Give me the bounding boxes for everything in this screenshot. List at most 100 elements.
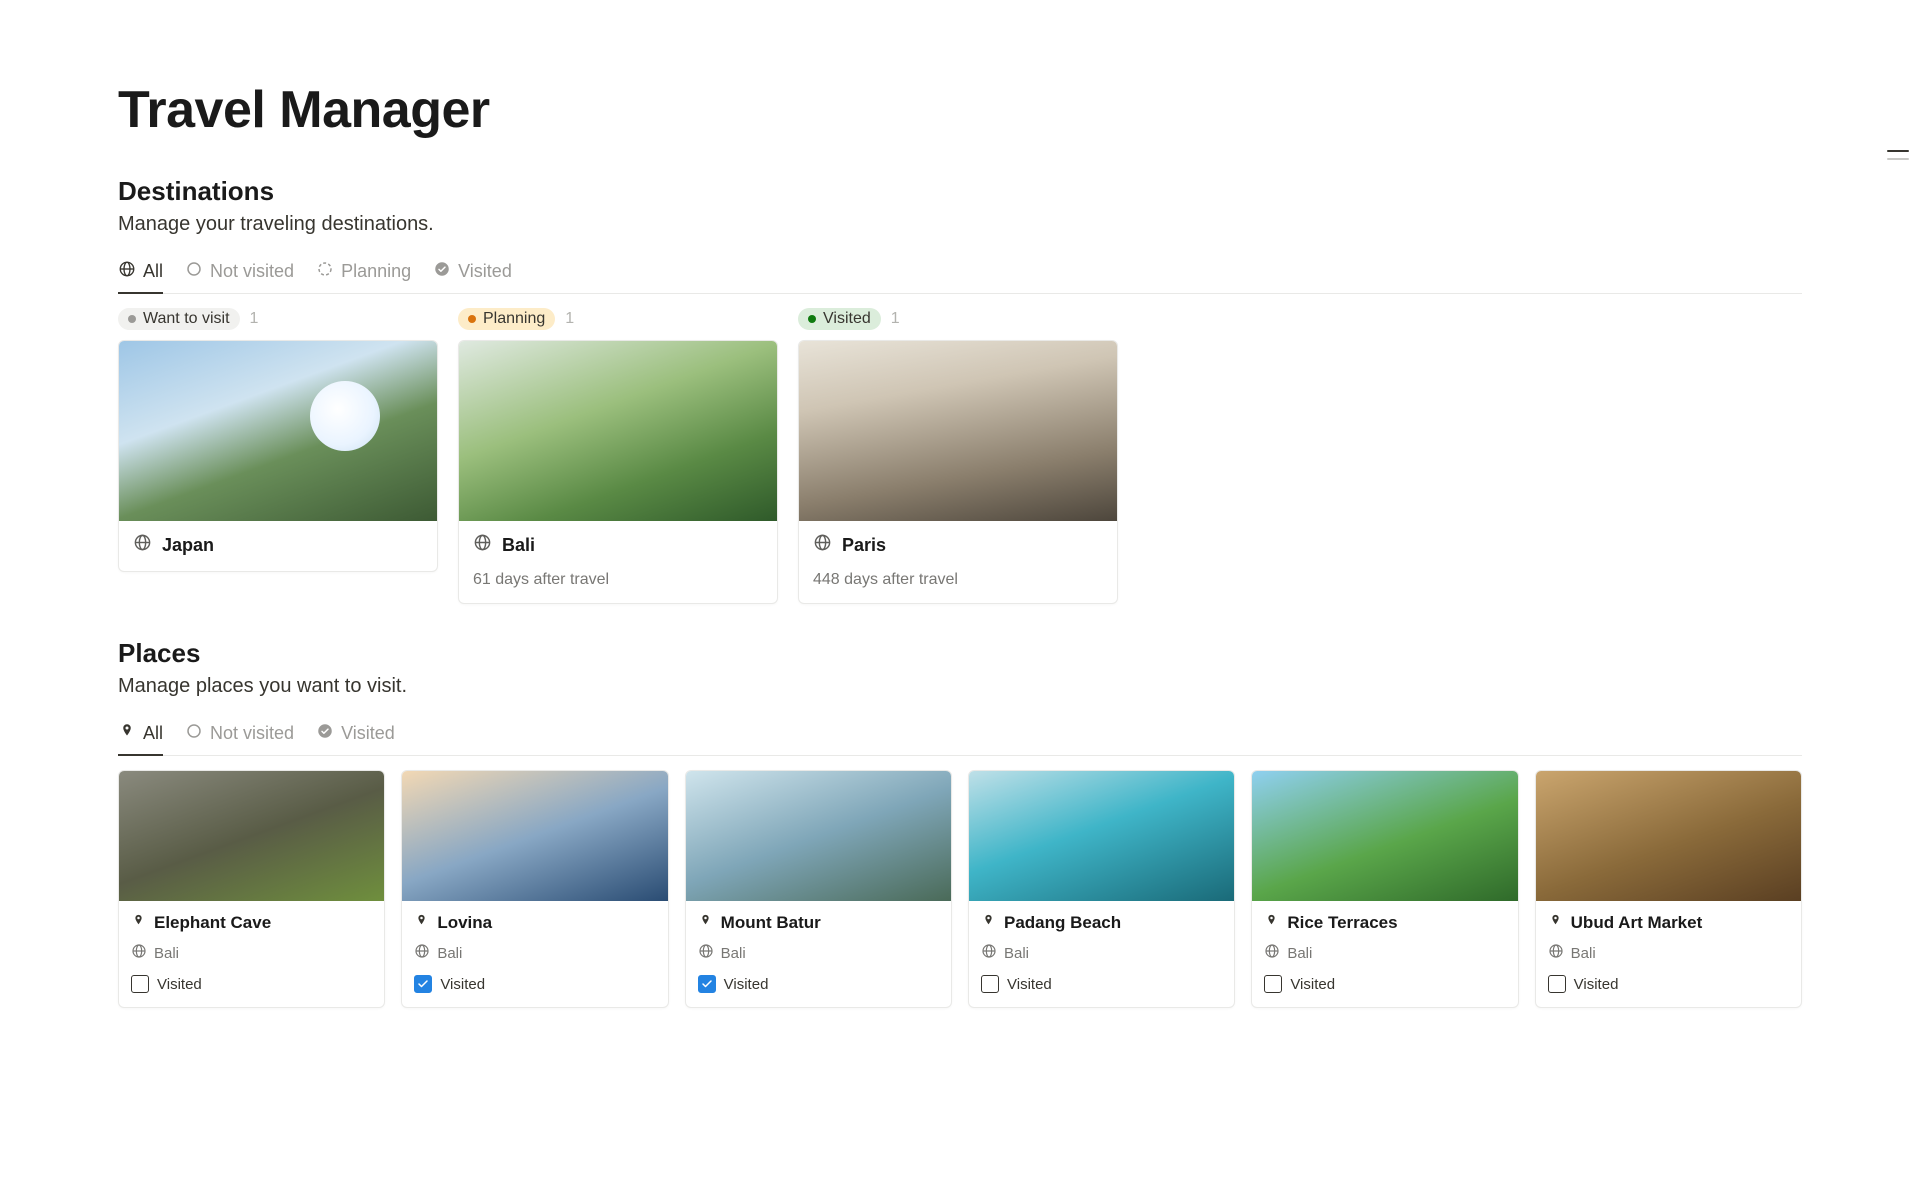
card-subtext: 61 days after travel bbox=[473, 571, 763, 589]
destinations-tab-planning[interactable]: Planning bbox=[316, 254, 411, 293]
place-destination: Bali bbox=[721, 945, 746, 962]
visited-label: Visited bbox=[1574, 976, 1619, 993]
place-card[interactable]: Padang Beach Bali Visited bbox=[968, 770, 1235, 1008]
visited-label: Visited bbox=[1290, 976, 1335, 993]
globe-icon bbox=[813, 533, 832, 557]
visited-checkbox[interactable] bbox=[131, 975, 149, 993]
destinations-tabs: All Not visited Planning Visited bbox=[118, 254, 1802, 294]
visited-label: Visited bbox=[724, 976, 769, 993]
place-destination: Bali bbox=[1287, 945, 1312, 962]
globe-icon bbox=[118, 260, 136, 283]
page-toc-toggle[interactable] bbox=[1886, 150, 1910, 160]
places-heading: Places bbox=[118, 638, 1802, 669]
visited-checkbox[interactable] bbox=[414, 975, 432, 993]
dashed-circle-icon bbox=[316, 260, 334, 283]
place-title: Mount Batur bbox=[721, 913, 821, 933]
card-cover-image bbox=[1536, 771, 1801, 901]
destination-card[interactable]: Bali 61 days after travel bbox=[458, 340, 778, 604]
group-count: 1 bbox=[891, 310, 900, 328]
pin-icon bbox=[118, 722, 136, 745]
check-circle-icon bbox=[316, 722, 334, 745]
pin-icon bbox=[414, 913, 429, 933]
destination-group: Want to visit 1 Japan bbox=[118, 308, 438, 604]
card-cover-image bbox=[686, 771, 951, 901]
place-title: Rice Terraces bbox=[1287, 913, 1397, 933]
place-title: Padang Beach bbox=[1004, 913, 1121, 933]
visited-checkbox[interactable] bbox=[981, 975, 999, 993]
tab-label: Planning bbox=[341, 261, 411, 282]
card-cover-image bbox=[969, 771, 1234, 901]
pin-icon bbox=[1264, 913, 1279, 933]
globe-icon bbox=[698, 943, 714, 963]
places-tabs: All Not visited Visited bbox=[118, 716, 1802, 756]
group-count: 1 bbox=[250, 310, 259, 328]
tab-label: All bbox=[143, 261, 163, 282]
card-cover-image bbox=[459, 341, 777, 521]
tab-label: All bbox=[143, 723, 163, 744]
status-label: Planning bbox=[483, 310, 545, 328]
place-destination: Bali bbox=[1004, 945, 1029, 962]
places-tab-all[interactable]: All bbox=[118, 716, 163, 755]
place-destination: Bali bbox=[154, 945, 179, 962]
group-count: 1 bbox=[565, 310, 574, 328]
pin-icon bbox=[698, 913, 713, 933]
place-title: Elephant Cave bbox=[154, 913, 271, 933]
globe-icon bbox=[473, 533, 492, 557]
status-label: Visited bbox=[823, 310, 871, 328]
visited-checkbox[interactable] bbox=[698, 975, 716, 993]
places-tab-visited[interactable]: Visited bbox=[316, 716, 395, 755]
place-destination: Bali bbox=[437, 945, 462, 962]
page-title: Travel Manager bbox=[118, 80, 1802, 140]
tab-label: Visited bbox=[341, 723, 395, 744]
visited-checkbox[interactable] bbox=[1264, 975, 1282, 993]
status-pill[interactable]: Want to visit bbox=[118, 308, 240, 330]
places-description: Manage places you want to visit. bbox=[118, 675, 1802, 698]
destinations-tab-all[interactable]: All bbox=[118, 254, 163, 293]
card-cover-image bbox=[799, 341, 1117, 521]
destinations-tab-visited[interactable]: Visited bbox=[433, 254, 512, 293]
status-label: Want to visit bbox=[143, 310, 230, 328]
destination-group: Planning 1 Bali 61 days after travel bbox=[458, 308, 778, 604]
place-card[interactable]: Elephant Cave Bali Visited bbox=[118, 770, 385, 1008]
globe-icon bbox=[1548, 943, 1564, 963]
check-circle-icon bbox=[433, 260, 451, 283]
globe-icon bbox=[981, 943, 997, 963]
visited-checkbox[interactable] bbox=[1548, 975, 1566, 993]
circle-icon bbox=[185, 722, 203, 745]
card-title: Bali bbox=[502, 535, 535, 556]
visited-label: Visited bbox=[1007, 976, 1052, 993]
destination-group: Visited 1 Paris 448 days after travel bbox=[798, 308, 1118, 604]
place-card[interactable]: Rice Terraces Bali Visited bbox=[1251, 770, 1518, 1008]
status-pill[interactable]: Planning bbox=[458, 308, 555, 330]
place-destination: Bali bbox=[1571, 945, 1596, 962]
globe-icon bbox=[1264, 943, 1280, 963]
destinations-tab-not-visited[interactable]: Not visited bbox=[185, 254, 294, 293]
card-cover-image bbox=[119, 341, 437, 521]
pin-icon bbox=[131, 913, 146, 933]
globe-icon bbox=[414, 943, 430, 963]
tab-label: Visited bbox=[458, 261, 512, 282]
tab-label: Not visited bbox=[210, 261, 294, 282]
tab-label: Not visited bbox=[210, 723, 294, 744]
card-cover-image bbox=[1252, 771, 1517, 901]
globe-icon bbox=[133, 533, 152, 557]
destination-card[interactable]: Japan bbox=[118, 340, 438, 572]
pin-icon bbox=[1548, 913, 1563, 933]
card-subtext: 448 days after travel bbox=[813, 571, 1103, 589]
destination-card[interactable]: Paris 448 days after travel bbox=[798, 340, 1118, 604]
circle-icon bbox=[185, 260, 203, 283]
card-title: Paris bbox=[842, 535, 886, 556]
destinations-heading: Destinations bbox=[118, 176, 1802, 207]
card-cover-image bbox=[402, 771, 667, 901]
place-card[interactable]: Mount Batur Bali Visited bbox=[685, 770, 952, 1008]
status-pill[interactable]: Visited bbox=[798, 308, 881, 330]
places-tab-not-visited[interactable]: Not visited bbox=[185, 716, 294, 755]
card-cover-image bbox=[119, 771, 384, 901]
place-card[interactable]: Ubud Art Market Bali Visited bbox=[1535, 770, 1802, 1008]
place-title: Lovina bbox=[437, 913, 492, 933]
destinations-description: Manage your traveling destinations. bbox=[118, 213, 1802, 236]
visited-label: Visited bbox=[157, 976, 202, 993]
pin-icon bbox=[981, 913, 996, 933]
card-title: Japan bbox=[162, 535, 214, 556]
place-card[interactable]: Lovina Bali Visited bbox=[401, 770, 668, 1008]
